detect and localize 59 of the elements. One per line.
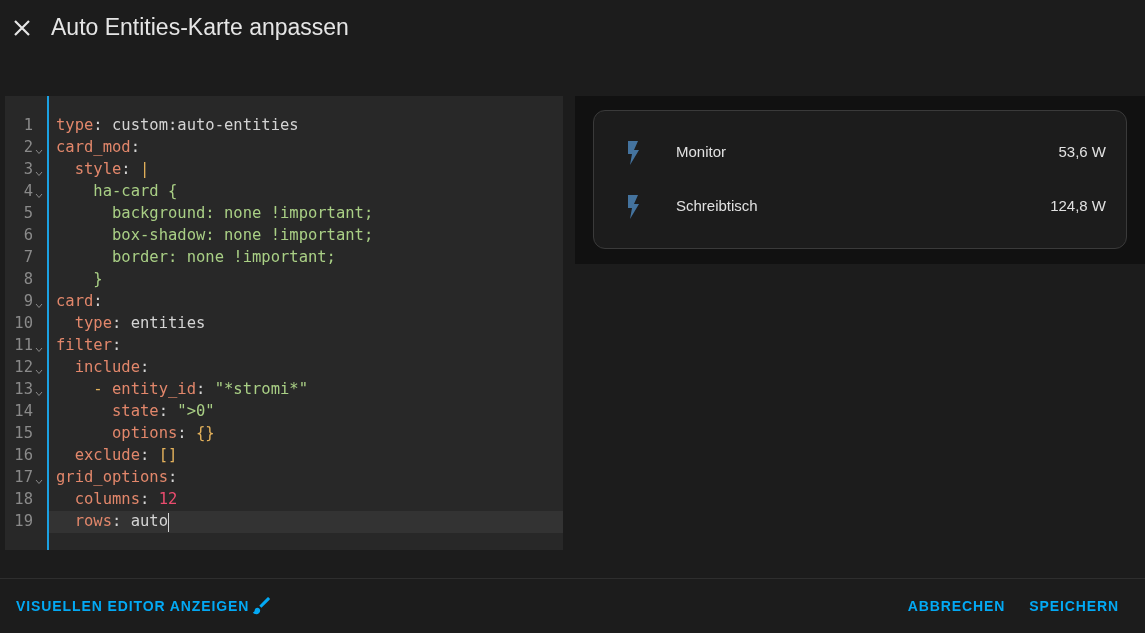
line-number: 9 [23, 291, 33, 313]
close-icon[interactable] [13, 18, 31, 37]
line-number: 4 [23, 181, 33, 203]
visual-editor-button[interactable]: VISUELLEN EDITOR ANZEIGEN [16, 595, 274, 617]
line-number: 18 [14, 489, 33, 511]
line-number: 2 [23, 137, 33, 159]
code-line: exclude: [] [73, 445, 178, 467]
text-cursor [168, 512, 169, 532]
line-number: 10 [14, 313, 33, 335]
code-line: background: none !important; [111, 203, 374, 225]
entity-value: 124,8 W [1050, 196, 1106, 217]
line-number: 12 [14, 357, 33, 379]
line-number: 8 [23, 269, 33, 291]
lightning-bolt-icon [626, 194, 640, 219]
code-line: card: [56, 291, 103, 313]
code-line: options: {} [111, 423, 215, 445]
line-number: 6 [23, 225, 33, 247]
fold-chevron-icon[interactable] [35, 193, 43, 199]
line-number: 19 [14, 511, 33, 533]
dialog-action-button[interactable]: ABBRECHEN [907, 595, 1006, 617]
line-number: 15 [14, 423, 33, 445]
dialog-action-button[interactable]: SPEICHERN [1029, 595, 1119, 617]
code-line: include: [73, 357, 150, 379]
line-number: 13 [14, 379, 33, 401]
line-number: 7 [23, 247, 33, 269]
code-line: grid_options: [56, 467, 178, 489]
code-line: ha-card { [92, 181, 178, 203]
line-number: 17 [14, 467, 33, 489]
code-line: filter: [56, 335, 122, 357]
line-number: 1 [23, 115, 33, 137]
code-line: rows: auto [73, 511, 169, 534]
code-line: border: none !important; [111, 247, 336, 269]
entity-name[interactable]: Monitor [676, 141, 727, 164]
code-line: box-shadow: none !important; [111, 225, 374, 247]
code-line: type: entities [73, 313, 206, 335]
lightning-bolt-icon [626, 140, 640, 165]
code-line: style: | [73, 159, 150, 181]
line-number: 16 [14, 445, 33, 467]
code-editor[interactable] [5, 96, 563, 550]
line-number: 11 [14, 335, 33, 357]
code-line: state: ">0" [111, 401, 215, 423]
fold-chevron-icon[interactable] [35, 479, 43, 485]
fold-chevron-icon[interactable] [35, 369, 43, 375]
entity-value: 53,6 W [1058, 142, 1106, 163]
code-line: } [92, 269, 103, 291]
line-number: 5 [23, 203, 33, 225]
fold-chevron-icon[interactable] [35, 149, 43, 155]
dialog-title: Auto Entities-Karte anpassen [51, 13, 349, 43]
entity-name[interactable]: Schreibtisch [676, 195, 758, 218]
fold-chevron-icon[interactable] [35, 171, 43, 177]
code-line: type: custom:auto-entities [56, 115, 299, 137]
code-line: card_mod: [56, 137, 140, 159]
fold-chevron-icon[interactable] [35, 391, 43, 397]
line-number: 3 [23, 159, 33, 181]
fold-chevron-icon[interactable] [35, 303, 43, 309]
fold-chevron-icon[interactable] [35, 347, 43, 353]
code-line: - entity_id: "*stromi*" [92, 379, 308, 401]
code-line: columns: 12 [73, 489, 178, 511]
line-number: 14 [14, 401, 33, 423]
